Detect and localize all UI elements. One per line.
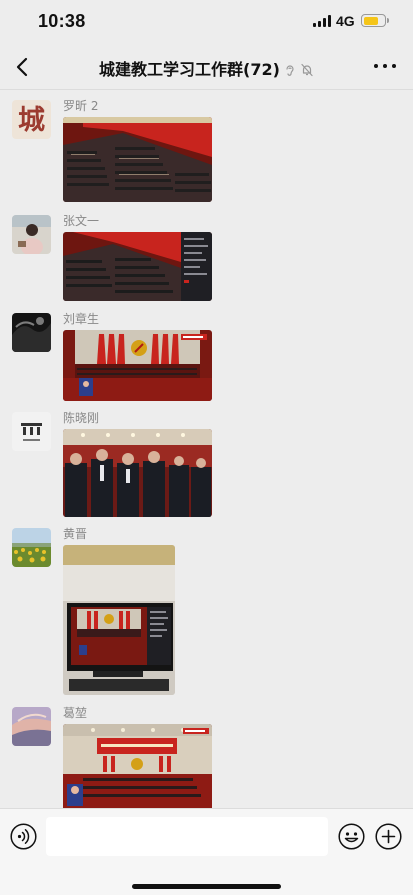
chat-header: 城建教工学习工作群(72) bbox=[0, 44, 413, 90]
status-bar: 10:38 4G bbox=[0, 0, 413, 44]
chat-image[interactable] bbox=[63, 724, 212, 808]
sender-name: 陈晓刚 bbox=[63, 411, 100, 425]
chat-image[interactable] bbox=[63, 330, 212, 401]
message-input[interactable] bbox=[46, 817, 328, 856]
avatar[interactable] bbox=[12, 313, 51, 352]
avatar[interactable] bbox=[12, 528, 51, 567]
mute-bell-icon bbox=[301, 63, 313, 77]
chat-image[interactable] bbox=[63, 117, 212, 202]
sender-name: 黄晋 bbox=[63, 527, 88, 541]
message-list[interactable]: 城 罗昕 2 张文一 刘章生 陈晓刚 黄晋 葛堃 bbox=[0, 90, 413, 808]
sender-name: 葛堃 bbox=[63, 706, 88, 720]
avatar[interactable] bbox=[12, 707, 51, 746]
battery-cap bbox=[387, 18, 389, 23]
voice-icon[interactable] bbox=[10, 823, 37, 850]
sender-name: 罗昕 2 bbox=[63, 99, 99, 113]
avatar[interactable] bbox=[12, 412, 51, 451]
input-bar bbox=[0, 808, 413, 895]
chat-title[interactable]: 城建教工学习工作群(72) bbox=[99, 60, 280, 79]
emoji-icon[interactable] bbox=[338, 823, 365, 850]
ear-icon bbox=[286, 65, 294, 76]
title-wrap: 城建教工学习工作群(72) bbox=[0, 56, 413, 80]
status-time: 10:38 bbox=[38, 11, 86, 31]
home-indicator bbox=[132, 884, 281, 889]
avatar[interactable]: 城 bbox=[12, 100, 51, 139]
more-icon[interactable] bbox=[374, 64, 396, 70]
avatar[interactable] bbox=[12, 215, 51, 254]
sender-name: 张文一 bbox=[63, 214, 100, 228]
avatar-calligraphy-text: 城 bbox=[18, 105, 45, 136]
battery-icon bbox=[361, 14, 389, 27]
sender-name: 刘章生 bbox=[63, 312, 100, 326]
network-label: 4G bbox=[336, 13, 355, 29]
battery-level bbox=[363, 16, 378, 25]
signal-icon bbox=[313, 15, 331, 27]
chat-image[interactable] bbox=[63, 232, 212, 301]
chat-image[interactable] bbox=[63, 429, 212, 517]
plus-icon[interactable] bbox=[375, 823, 402, 850]
chat-image[interactable] bbox=[63, 545, 175, 695]
